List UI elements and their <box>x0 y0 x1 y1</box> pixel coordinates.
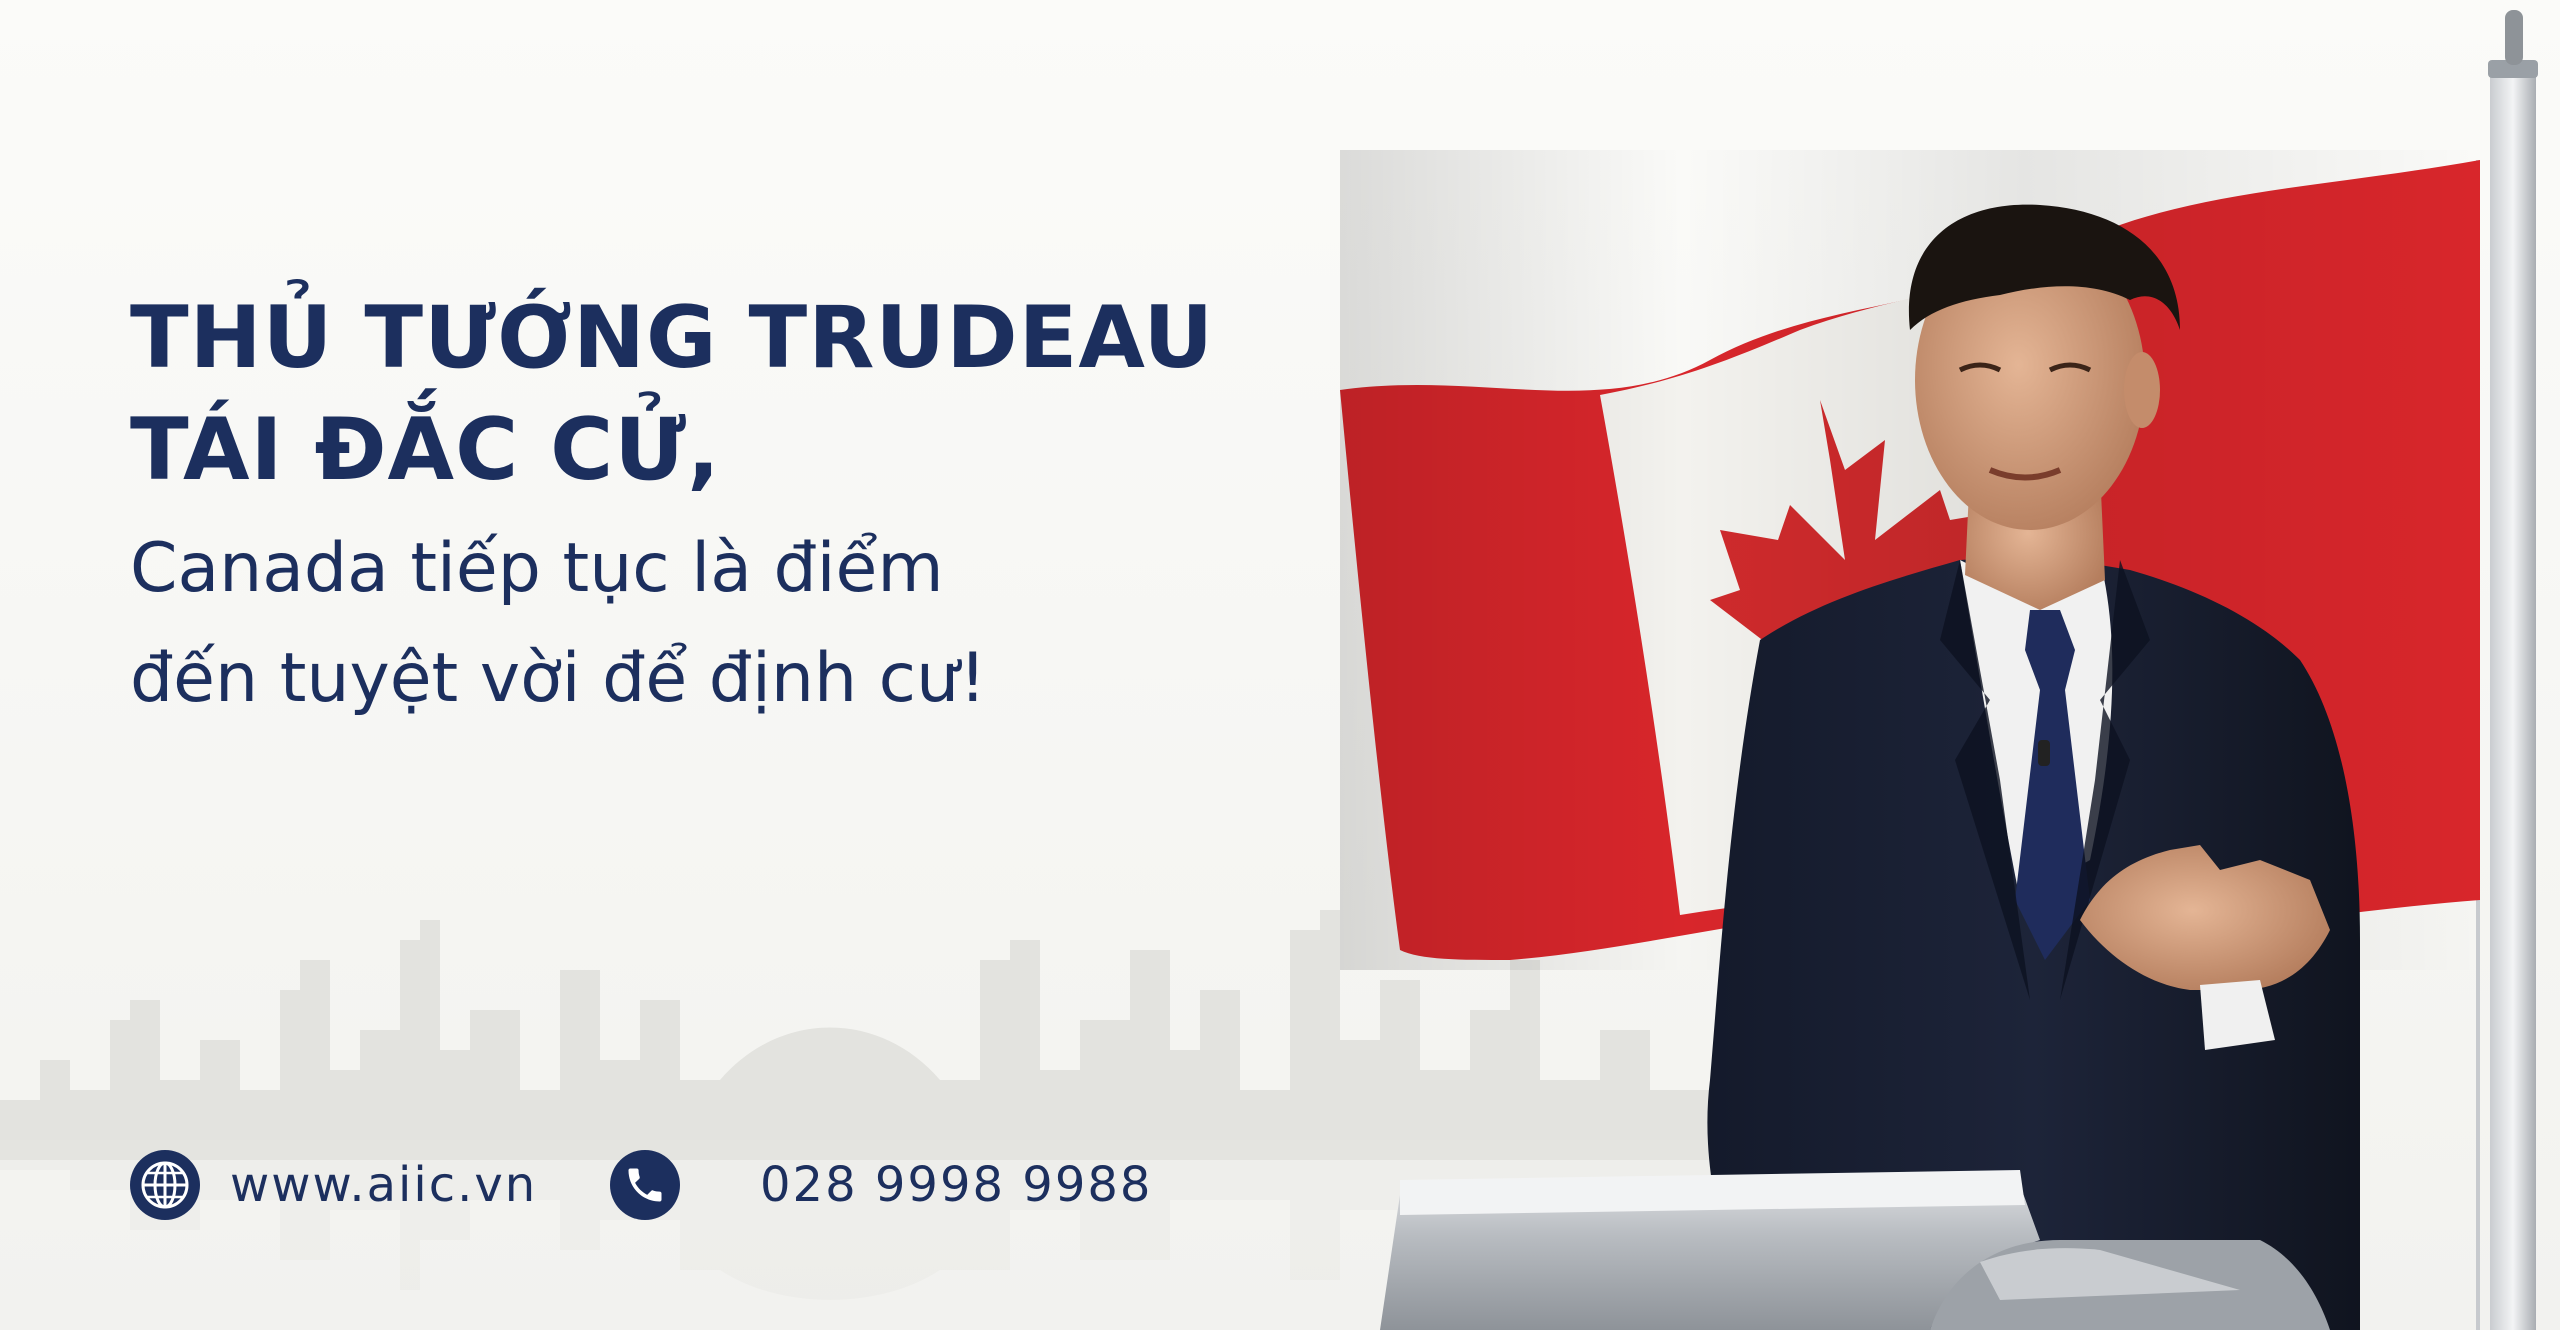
globe-icon <box>130 1150 200 1220</box>
flagpole <box>2476 10 2538 1330</box>
website-contact[interactable]: www.aiic.vn <box>130 1150 537 1220</box>
phone-contact[interactable]: 028 9998 9988 <box>610 1150 1152 1220</box>
phone-icon <box>610 1150 680 1220</box>
banner: THỦ TƯỚNG TRUDEAU TÁI ĐẮC CỬ, Canada tiế… <box>0 0 2560 1330</box>
website-text[interactable]: www.aiic.vn <box>230 1157 537 1213</box>
headline-subtitle-line-1: Canada tiếp tục là điểm <box>130 529 944 608</box>
headline-title-line-1: THỦ TƯỚNG TRUDEAU <box>130 288 1215 388</box>
phone-text[interactable]: 028 9998 9988 <box>760 1157 1152 1213</box>
speaker-photo <box>1340 10 2538 1330</box>
headline: THỦ TƯỚNG TRUDEAU TÁI ĐẮC CỬ, Canada tiế… <box>130 282 1214 734</box>
headline-subtitle-line-2: đến tuyệt vời để định cư! <box>130 639 987 718</box>
headline-title-line-2: TÁI ĐẮC CỬ, <box>130 400 721 500</box>
